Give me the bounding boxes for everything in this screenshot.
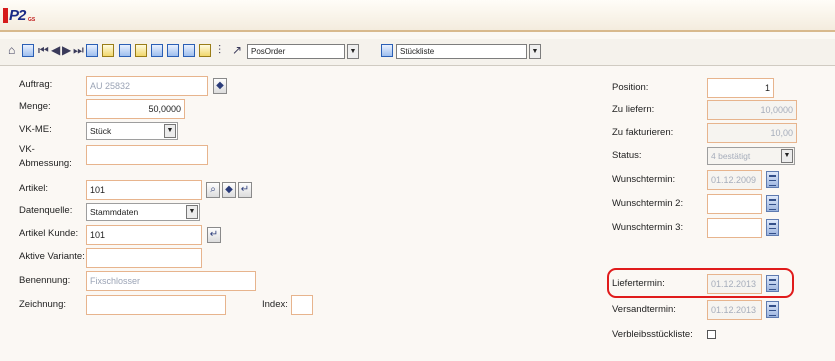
menge-label: Menge:: [19, 101, 51, 112]
paste-icon[interactable]: [199, 44, 211, 57]
view-select-value: PosOrder: [251, 47, 286, 56]
logo-sub: GS: [28, 17, 36, 23]
app-logo: P2 GS: [3, 7, 35, 25]
wunschtermin-calendar-icon[interactable]: [766, 171, 779, 188]
chevron-down-icon[interactable]: ▼: [529, 44, 541, 59]
abmessung-field[interactable]: [86, 145, 208, 165]
status-select[interactable]: 4 bestätigt ▼: [707, 147, 795, 165]
datenquelle-value: Stammdaten: [90, 207, 139, 217]
table-add-icon[interactable]: [151, 44, 163, 57]
first-icon[interactable]: ⏮: [38, 42, 49, 58]
cursor-icon[interactable]: ↗: [232, 42, 242, 58]
prev-icon[interactable]: ◀: [51, 42, 60, 58]
verbleib-checkbox[interactable]: [707, 330, 716, 339]
artikel-label: Artikel:: [19, 183, 49, 194]
position-label: Position:: [612, 82, 649, 93]
wunschtermin-field[interactable]: 01.12.2009: [707, 170, 762, 190]
vkme-label: VK-ME:: [19, 124, 52, 135]
wunschtermin3-field[interactable]: [707, 218, 762, 238]
title-bar: P2 GS: [0, 0, 835, 32]
table-edit-icon[interactable]: [135, 44, 147, 57]
next-icon[interactable]: ▶: [62, 42, 71, 58]
chevron-down-icon[interactable]: ▼: [347, 44, 359, 59]
grid-icon[interactable]: [86, 44, 98, 57]
index-field[interactable]: [291, 295, 313, 315]
wunschtermin3-label: Wunschtermin 3:: [612, 222, 684, 233]
list-select-value: Stückliste: [400, 47, 435, 56]
home-icon[interactable]: ⌂: [8, 42, 15, 58]
versandtermin-field[interactable]: 01.12.2013: [707, 300, 762, 320]
status-value: 4 bestätigt: [711, 151, 751, 161]
chevron-down-icon[interactable]: ▼: [164, 124, 176, 138]
verbleib-label: Verbleibsstückliste:: [612, 329, 693, 340]
zu-liefern-label: Zu liefern:: [612, 104, 655, 115]
chevron-down-icon[interactable]: ▼: [186, 205, 198, 219]
auftrag-field[interactable]: AU 25832: [86, 76, 208, 96]
zu-liefern-field: 10,0000: [707, 100, 797, 120]
auftrag-label: Auftrag:: [19, 79, 53, 90]
toolbar: ⌂ ⏮ ◀ ▶ ⏭ ⫶ ↗ PosOrder ▼ Stückliste ▼: [0, 39, 835, 66]
copy-icon[interactable]: [183, 44, 195, 57]
zeichnung-label: Zeichnung:: [19, 299, 67, 310]
benennung-label: Benennung:: [19, 275, 71, 286]
wunschtermin2-calendar-icon[interactable]: [766, 195, 779, 212]
index-label: Index:: [262, 299, 288, 310]
wunschtermin3-calendar-icon[interactable]: [766, 219, 779, 236]
filter-icon[interactable]: ⫶: [218, 42, 221, 58]
wunschtermin2-field[interactable]: [707, 194, 762, 214]
versandtermin-calendar-icon[interactable]: [766, 301, 779, 318]
edit-icon[interactable]: [102, 44, 114, 57]
artikel-nav-button[interactable]: ◆: [222, 182, 236, 198]
view-select[interactable]: PosOrder ▼: [247, 44, 359, 59]
print-icon[interactable]: [167, 44, 179, 57]
table-icon[interactable]: [119, 44, 131, 57]
vkme-select[interactable]: Stück ▼: [86, 122, 178, 140]
logo-accent: [3, 8, 8, 23]
artikel-kunde-label: Artikel Kunde:: [19, 228, 79, 239]
auftrag-nav-button[interactable]: ◆: [213, 78, 227, 94]
position-field[interactable]: 1: [707, 78, 774, 98]
list-view-icon[interactable]: [381, 44, 393, 57]
zu-fakturieren-field: 10,00: [707, 123, 797, 143]
artikel-enter-button[interactable]: ↵: [238, 182, 252, 198]
zu-fakturieren-label: Zu fakturieren:: [612, 127, 674, 138]
menge-field[interactable]: 50,0000: [86, 99, 185, 119]
artikel-field[interactable]: 101: [86, 180, 202, 200]
vkme-value: Stück: [90, 126, 112, 136]
abmessung-label-2: Abmessung:: [19, 158, 72, 169]
status-label: Status:: [612, 150, 642, 161]
list-icon[interactable]: [22, 44, 34, 57]
datenquelle-label: Datenquelle:: [19, 205, 73, 216]
artikel-kunde-field[interactable]: 101: [86, 225, 202, 245]
abmessung-label-1: VK-: [19, 144, 35, 155]
liefertermin-highlight: [607, 268, 794, 298]
wunschtermin-label: Wunschtermin:: [612, 174, 676, 185]
logo-text: P2: [9, 7, 26, 24]
last-icon[interactable]: ⏭: [73, 42, 84, 58]
zeichnung-field[interactable]: [86, 295, 226, 315]
aktive-variante-label: Aktive Variante:: [19, 251, 85, 262]
chevron-down-icon[interactable]: ▼: [781, 149, 793, 163]
artikel-lookup-button[interactable]: ⌕: [206, 182, 220, 198]
aktive-variante-field[interactable]: [86, 248, 202, 268]
wunschtermin2-label: Wunschtermin 2:: [612, 198, 684, 209]
versandtermin-label: Versandtermin:: [612, 304, 676, 315]
artikel-kunde-enter-button[interactable]: ↵: [207, 227, 221, 243]
list-select[interactable]: Stückliste ▼: [396, 44, 541, 59]
benennung-field[interactable]: Fixschlosser: [86, 271, 256, 291]
datenquelle-select[interactable]: Stammdaten ▼: [86, 203, 200, 221]
